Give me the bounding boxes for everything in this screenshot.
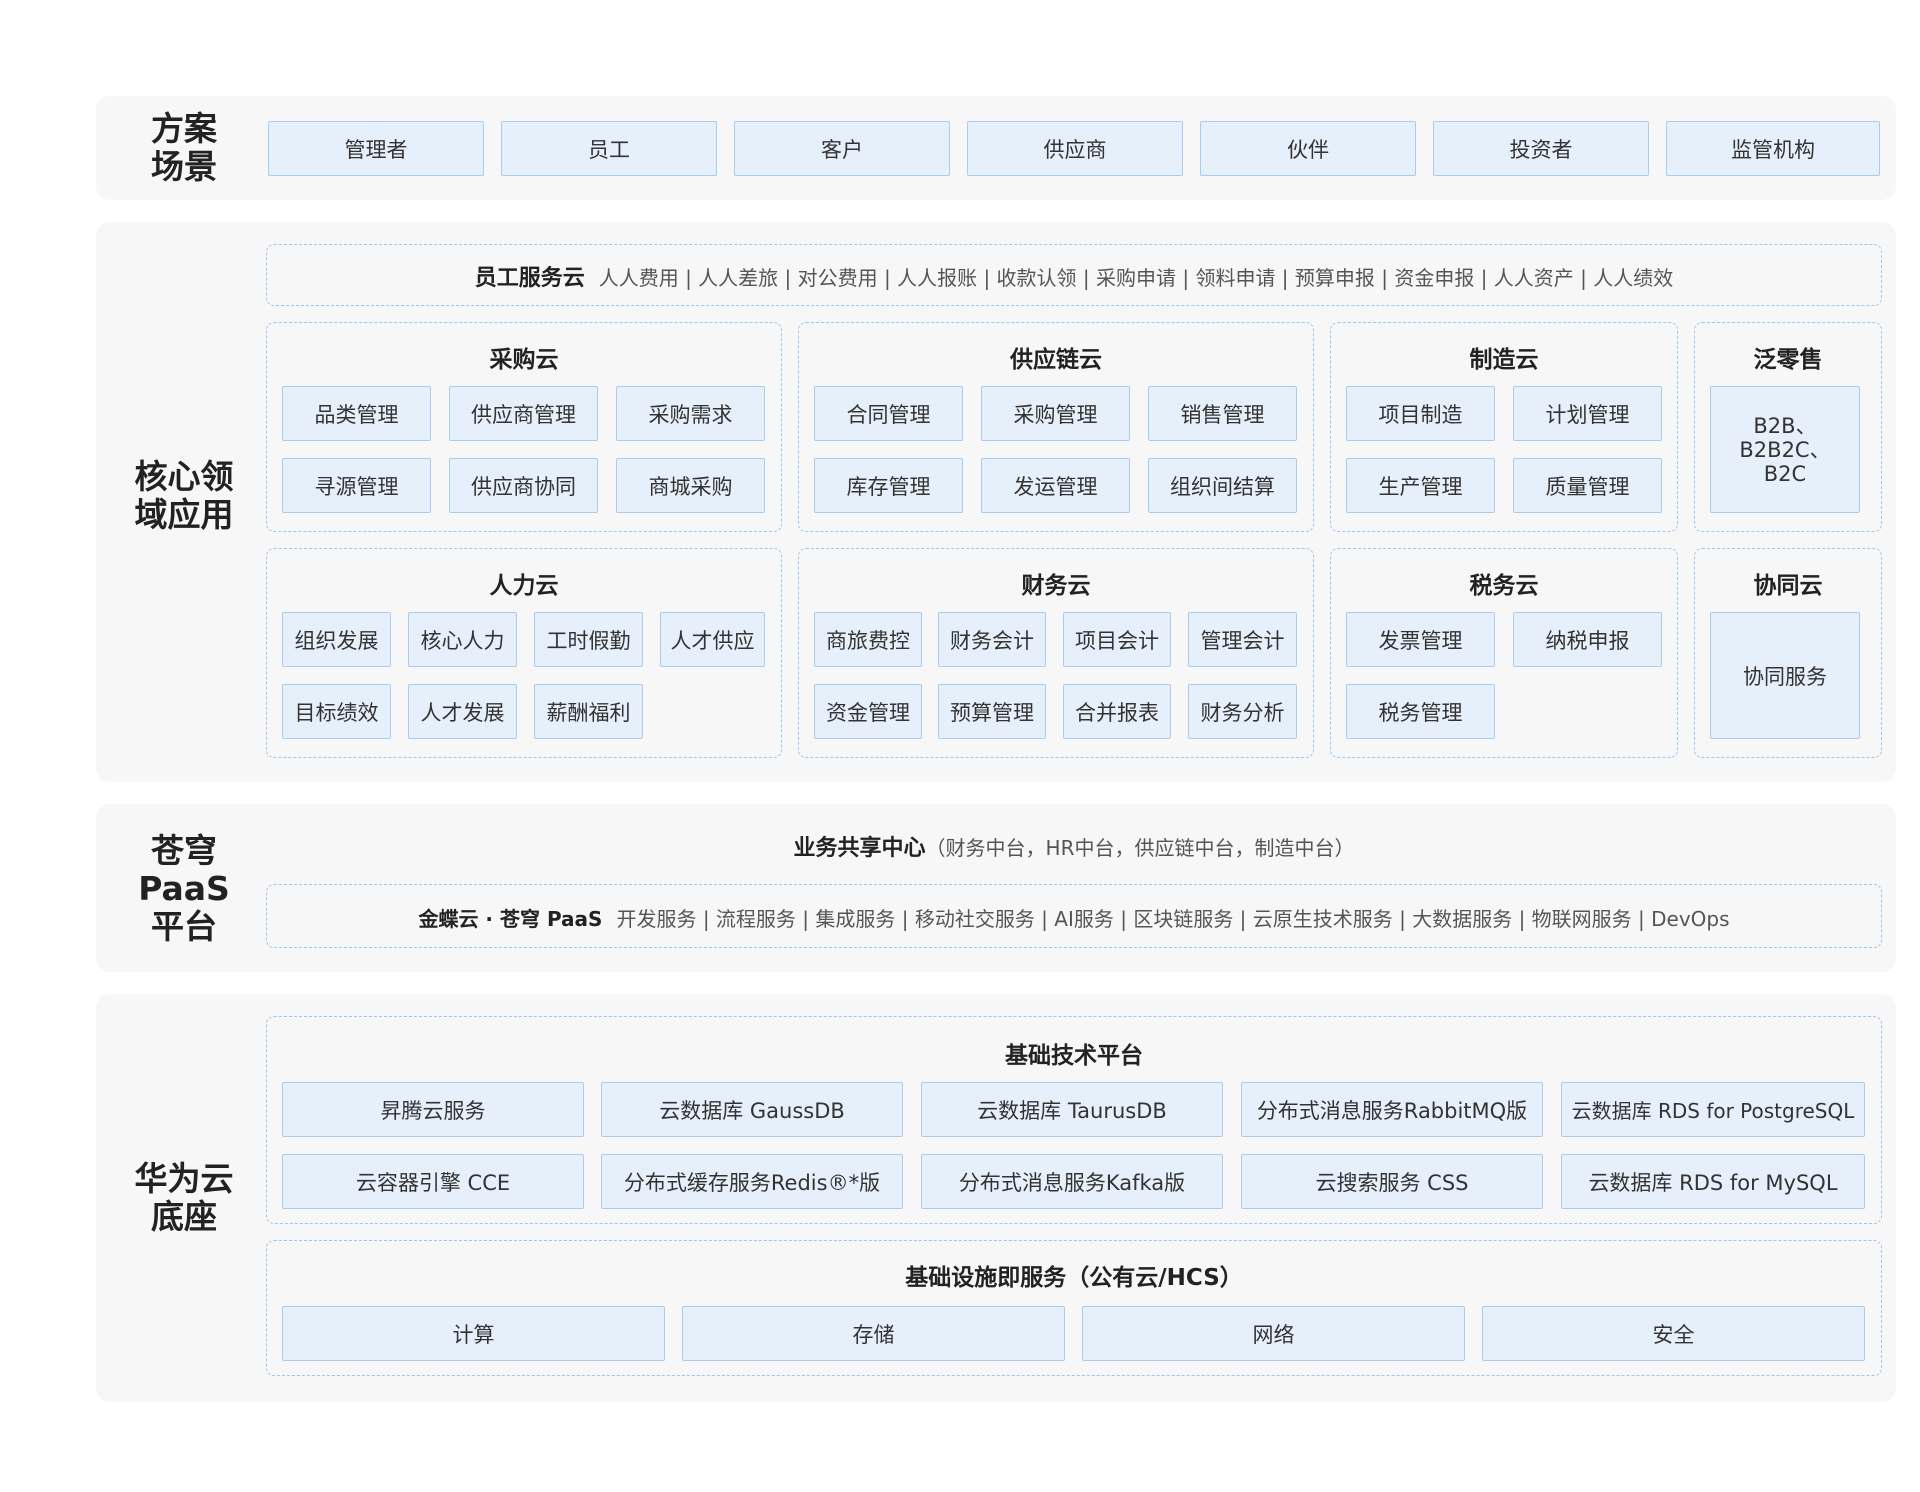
supply-chain-item[interactable]: 销售管理 [1148,386,1297,441]
tax-item[interactable]: 税务管理 [1346,684,1495,739]
tax-cloud-title: 税务云 [1469,573,1539,599]
hr-item[interactable]: 组织发展 [282,612,391,667]
tech-item[interactable]: 云数据库 RDS for MySQL [1561,1154,1865,1209]
paas-label: 苍穹 PaaS 平台 [138,831,230,946]
tech-item[interactable]: 昇腾云服务 [282,1082,584,1137]
supply-chain-item[interactable]: 采购管理 [981,386,1130,441]
procurement-item[interactable]: 供应商协同 [449,458,598,513]
supply-chain-item[interactable]: 组织间结算 [1148,458,1297,513]
employee-cloud-title: 员工服务云 [474,266,585,291]
tech-item[interactable]: 云数据库 TaurusDB [921,1082,1223,1137]
core-label: 核心领 域应用 [134,457,234,534]
iaas-item[interactable]: 存储 [682,1306,1065,1361]
procurement-cloud-title: 采购云 [489,347,559,373]
tech-platform-title: 基础技术平台 [1005,1043,1143,1069]
manufacturing-item[interactable]: 质量管理 [1513,458,1662,513]
finance-item[interactable]: 合并报表 [1063,684,1171,739]
procurement-item[interactable]: 商城采购 [616,458,765,513]
tech-item[interactable]: 分布式消息服务Kafka版 [921,1154,1223,1209]
supply-chain-cloud-title: 供应链云 [1010,347,1102,373]
scenario-item[interactable]: 投资者 [1433,121,1649,176]
supply-chain-item[interactable]: 合同管理 [814,386,963,441]
supply-chain-item[interactable]: 库存管理 [814,458,963,513]
hr-cloud-title: 人力云 [489,573,559,599]
manufacturing-item[interactable]: 生产管理 [1346,458,1495,513]
tax-item[interactable]: 发票管理 [1346,612,1495,667]
hr-item[interactable]: 目标绩效 [282,684,391,739]
finance-cloud-title: 财务云 [1021,573,1091,599]
procurement-item[interactable]: 供应商管理 [449,386,598,441]
tech-item[interactable]: 分布式消息服务RabbitMQ版 [1241,1082,1543,1137]
collab-cloud-title: 协同云 [1753,573,1823,599]
scenario-item[interactable]: 客户 [734,121,950,176]
scenario-label: 方案 场景 [151,109,217,186]
iaas-item[interactable]: 计算 [282,1306,665,1361]
finance-item[interactable]: 资金管理 [814,684,922,739]
finance-item[interactable]: 管理会计 [1188,612,1297,667]
hr-item[interactable]: 人才发展 [408,684,517,739]
finance-item[interactable]: 预算管理 [938,684,1046,739]
procurement-item[interactable]: 品类管理 [282,386,431,441]
manufacturing-item[interactable]: 项目制造 [1346,386,1495,441]
manufacturing-item[interactable]: 计划管理 [1513,386,1662,441]
kingdee-paas: 金蝶云 · 苍穹 PaaS 开发服务 | 流程服务 | 集成服务 | 移动社交服… [266,884,1882,948]
finance-item[interactable]: 财务会计 [938,612,1046,667]
collab-item[interactable]: 协同服务 [1710,612,1860,739]
tech-item[interactable]: 云数据库 GaussDB [601,1082,903,1137]
iaas-title: 基础设施即服务（公有云/HCS） [905,1265,1243,1291]
scenario-item[interactable]: 员工 [501,121,717,176]
procurement-item[interactable]: 寻源管理 [282,458,431,513]
finance-item[interactable]: 财务分析 [1188,684,1297,739]
manufacturing-cloud-title: 制造云 [1469,347,1539,373]
kingdee-paas-items: 开发服务 | 流程服务 | 集成服务 | 移动社交服务 | AI服务 | 区块链… [616,906,1730,931]
tech-item[interactable]: 分布式缓存服务Redis®*版 [601,1154,903,1209]
supply-chain-item[interactable]: 发运管理 [981,458,1130,513]
scenario-item[interactable]: 供应商 [967,121,1183,176]
retail-cloud-title: 泛零售 [1753,347,1823,373]
finance-item[interactable]: 项目会计 [1063,612,1171,667]
tech-item[interactable]: 云数据库 RDS for PostgreSQL [1561,1082,1865,1137]
procurement-item[interactable]: 采购需求 [616,386,765,441]
shared-center: 业务共享中心 （财务中台，HR中台，供应链中台，制造中台） [266,824,1882,868]
tech-item[interactable]: 云容器引擎 CCE [282,1154,584,1209]
employee-cloud-items: 人人费用 | 人人差旅 | 对公费用 | 人人报账 | 收款认领 | 采购申请 … [598,265,1674,290]
scenario-item[interactable]: 监管机构 [1666,121,1880,176]
shared-center-title: 业务共享中心 [793,836,926,861]
shared-center-detail: （财务中台，HR中台，供应链中台，制造中台） [925,835,1355,860]
tax-item[interactable]: 纳税申报 [1513,612,1662,667]
scenario-item[interactable]: 伙伴 [1200,121,1416,176]
hr-item[interactable]: 工时假勤 [534,612,643,667]
tech-item[interactable]: 云搜索服务 CSS [1241,1154,1543,1209]
huawei-label: 华为云 底座 [134,1159,234,1236]
kingdee-paas-title: 金蝶云 · 苍穹 PaaS [418,906,603,931]
employee-cloud: 员工服务云 人人费用 | 人人差旅 | 对公费用 | 人人报账 | 收款认领 |… [266,244,1882,306]
hr-item[interactable]: 核心人力 [408,612,517,667]
iaas-item[interactable]: 安全 [1482,1306,1865,1361]
iaas-item[interactable]: 网络 [1082,1306,1465,1361]
hr-item[interactable]: 人才供应 [660,612,765,667]
finance-item[interactable]: 商旅费控 [814,612,922,667]
retail-item[interactable]: B2B、 B2B2C、 B2C [1710,386,1860,513]
hr-item[interactable]: 薪酬福利 [534,684,643,739]
scenario-item[interactable]: 管理者 [268,121,484,176]
